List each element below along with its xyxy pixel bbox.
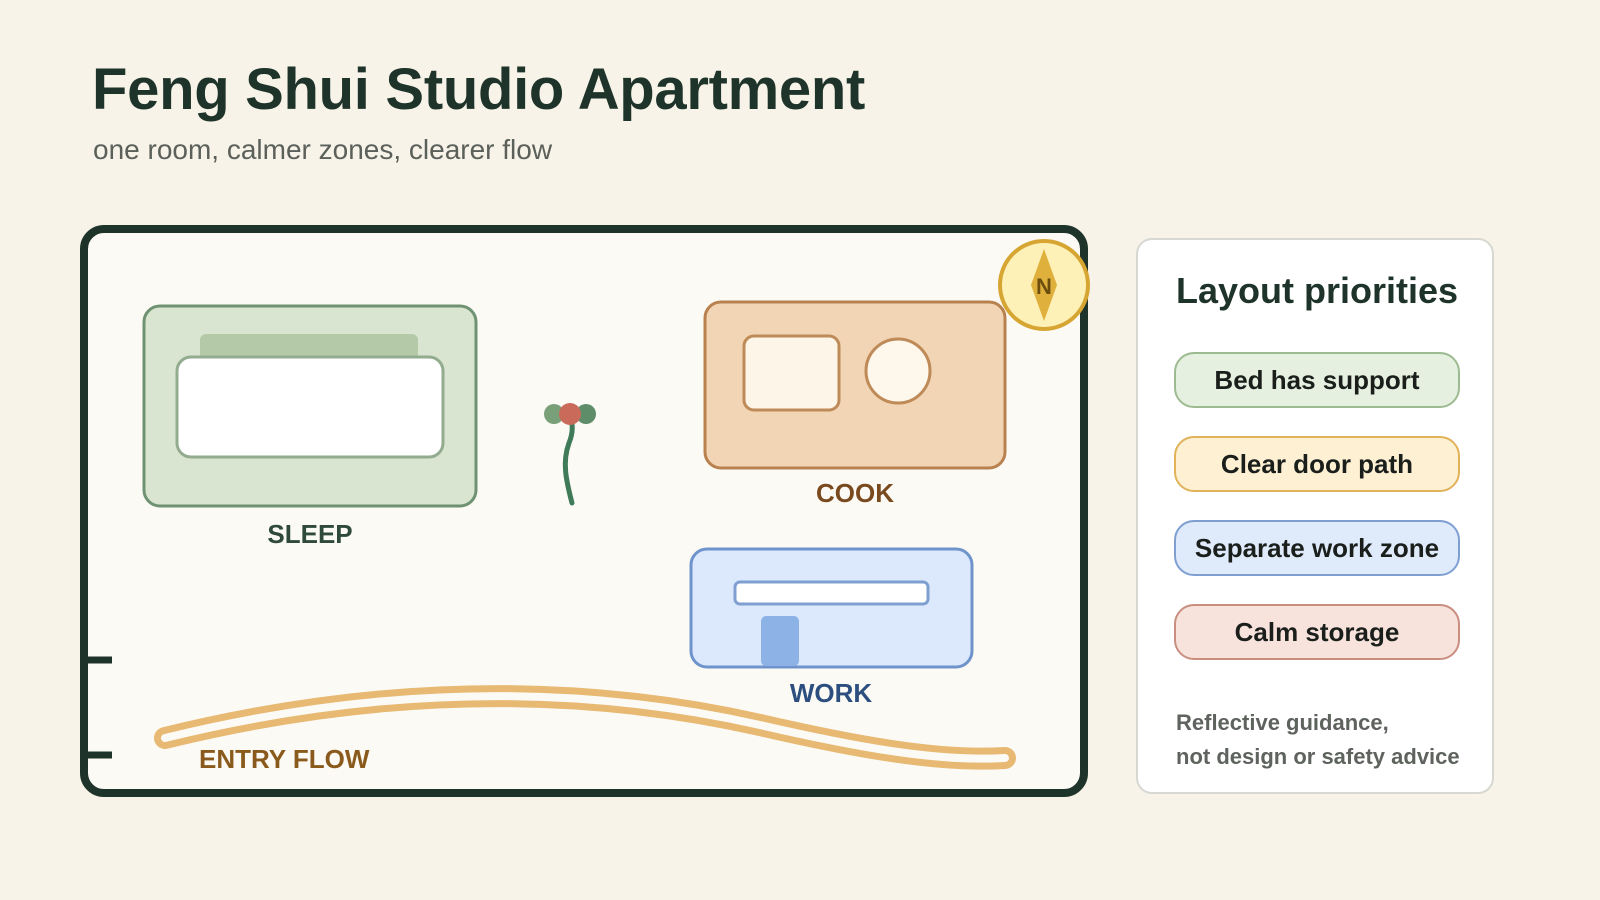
compass-north-label: N: [1036, 274, 1052, 299]
work-zone: [689, 547, 974, 669]
priority-calm-storage: Calm storage: [1174, 604, 1460, 660]
bed: [175, 355, 445, 459]
cook-label: COOK: [816, 478, 894, 508]
sleep-zone: [142, 304, 478, 508]
floor-plan: SLEEP COOK WORK ENTRY FLOW N: [80, 225, 1090, 797]
layout-priorities-panel: Layout priorities Bed has support Clear …: [1136, 238, 1494, 794]
panel-disclaimer: Reflective guidance, not design or safet…: [1176, 706, 1460, 774]
counter: [742, 334, 841, 412]
cook-zone: [703, 300, 1007, 470]
priority-clear-door-path: Clear door path: [1174, 436, 1460, 492]
priority-bed-support: Bed has support: [1174, 352, 1460, 408]
compass-icon: N: [998, 239, 1090, 331]
chair: [761, 616, 799, 666]
priority-separate-work-zone: Separate work zone: [1174, 520, 1460, 576]
disclaimer-line-1: Reflective guidance,: [1176, 710, 1389, 735]
work-zone-area: [689, 547, 974, 669]
desk: [733, 580, 930, 606]
disclaimer-line-2: not design or safety advice: [1176, 744, 1460, 769]
entry-flow-label: ENTRY FLOW: [199, 744, 370, 774]
stove: [864, 337, 932, 405]
panel-title: Layout priorities: [1176, 270, 1459, 311]
sleep-label: SLEEP: [267, 519, 352, 549]
work-label: WORK: [790, 678, 873, 708]
